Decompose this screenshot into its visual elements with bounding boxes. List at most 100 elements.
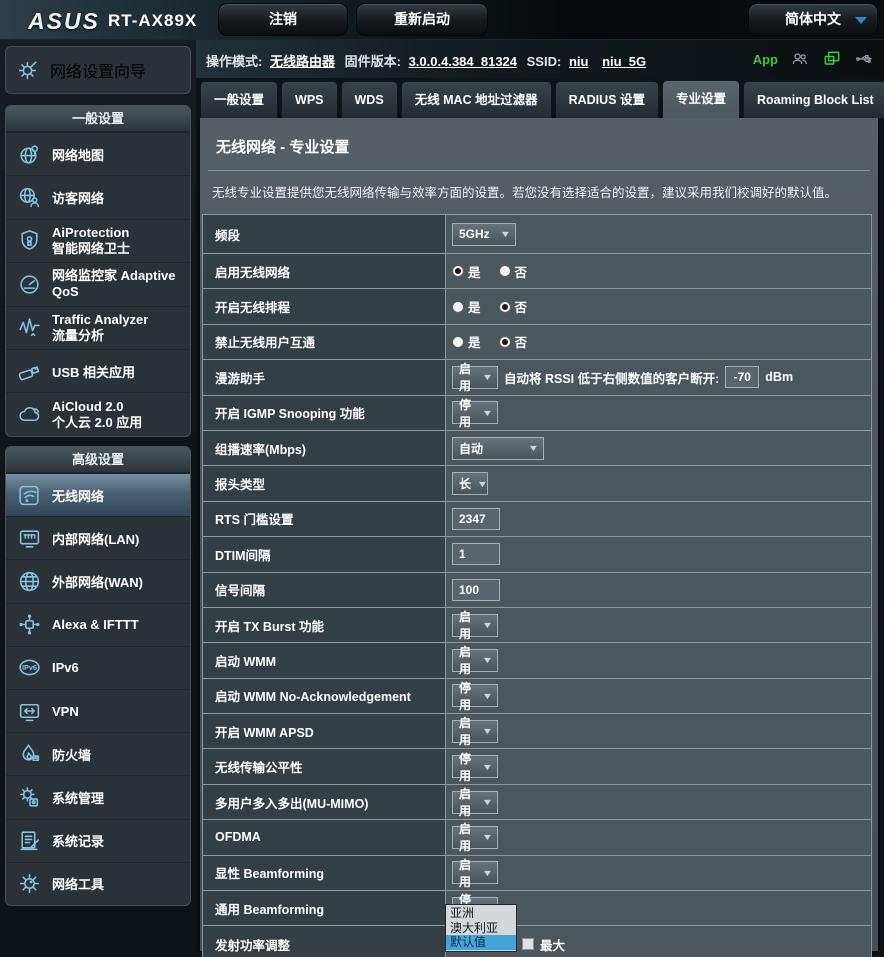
band-select[interactable]: 5GHz▼ — [452, 223, 516, 246]
sidebar-item-aicloud[interactable]: AiCloud 2.0 个人云 2.0 应用 — [6, 392, 190, 435]
rts-threshold-input[interactable] — [452, 508, 500, 530]
multicast-rate-select[interactable]: 自动▼ — [452, 437, 544, 460]
ssid-label: SSID: — [527, 54, 562, 69]
lan-icon — [17, 526, 42, 551]
language-dropdown[interactable]: 简体中文 — [748, 3, 878, 36]
radio-yes[interactable] — [452, 336, 464, 348]
sidebar-item-label: AiProtection 智能网络卫士 — [52, 225, 130, 257]
dropdown-option-australia[interactable]: 澳大利亚 — [446, 921, 516, 936]
sidebar-item-network-map[interactable]: 网络地图 — [6, 132, 190, 175]
radio-yes[interactable] — [452, 265, 464, 277]
tab-professional[interactable]: 专业设置 — [662, 80, 740, 118]
network-map-icon — [17, 142, 42, 167]
clients-icon[interactable] — [790, 49, 810, 69]
app-link[interactable]: App — [753, 52, 778, 67]
roaming-select[interactable]: 启用▼ — [452, 366, 498, 389]
field-label: RTS 门槛设置 — [203, 502, 446, 536]
firmware-link[interactable]: 3.0.0.4.384_81324 — [409, 54, 517, 69]
asus-logo: ASUS — [28, 8, 100, 35]
sidebar-item-label: 无线网络 — [52, 486, 104, 505]
sidebar-item-network-tools[interactable]: 网络工具 — [6, 862, 190, 905]
administration-gear-icon — [17, 785, 42, 810]
ofdma-select[interactable]: 启用▼ — [452, 826, 498, 849]
radio-yes[interactable] — [452, 301, 464, 313]
chevron-down-icon: ▼ — [482, 691, 494, 701]
dropdown-option-default[interactable]: 默认值 — [446, 935, 516, 950]
mu-mimo-select[interactable]: 启用▼ — [452, 791, 498, 814]
tab-roaming-block-list[interactable]: Roaming Block List — [743, 81, 884, 118]
field-label: 组播速率(Mbps) — [203, 431, 446, 465]
chevron-down-icon: ▼ — [482, 620, 494, 630]
traffic-analyzer-icon — [17, 315, 42, 340]
igmp-snooping-select[interactable]: 停用▼ — [452, 401, 498, 424]
logout-button[interactable]: 注销 — [218, 3, 348, 36]
row-band: 频段 5GHz▼ — [203, 215, 871, 254]
sidebar-item-label: VPN — [52, 704, 79, 719]
wmm-apsd-select[interactable]: 启用▼ — [452, 720, 498, 743]
usb-icon[interactable] — [854, 49, 876, 69]
op-mode-link[interactable]: 无线路由器 — [270, 54, 335, 69]
divider — [208, 170, 870, 171]
ssid-2g-link[interactable]: niu — [569, 54, 589, 69]
sidebar-item-wan[interactable]: 外部网络(WAN) — [6, 559, 190, 602]
chevron-down-icon: ▼ — [482, 372, 494, 382]
router-admin-screen: ASUS RT-AX89X 注销 重新启动 简体中文 操作模式: 无线路由器 固… — [0, 0, 884, 957]
content-panel: 无线网络 - 专业设置 无线专业设置提供您无线网络传输与效率方面的设置。若您没有… — [200, 118, 878, 951]
sidebar-item-wireless[interactable]: 无线网络 — [6, 473, 190, 516]
sidebar-section-general: 一般设置 网络地图 访客网络 — [5, 105, 191, 437]
reboot-button[interactable]: 重新启动 — [356, 3, 488, 36]
dtim-interval-input[interactable] — [452, 543, 500, 565]
sidebar-item-system-log[interactable]: 系统记录 — [6, 819, 190, 862]
radio-no[interactable] — [499, 336, 511, 348]
tx-power-max-checkbox[interactable] — [522, 938, 534, 950]
wmm-select[interactable]: 启用▼ — [452, 649, 498, 672]
tx-burst-select[interactable]: 启用▼ — [452, 614, 498, 637]
sidebar-item-label: 网络监控家 Adaptive QoS — [52, 268, 176, 300]
sidebar-item-guest-network[interactable]: 访客网络 — [6, 175, 190, 218]
airtime-fairness-select[interactable]: 停用▼ — [452, 755, 498, 778]
tab-wds[interactable]: WDS — [341, 81, 398, 118]
section-title-advanced: 高级设置 — [6, 447, 190, 473]
settings-table: 频段 5GHz▼ 启用无线网络 是 否 开启无线排程 是 否 — [202, 214, 872, 957]
sidebar-item-usb-application[interactable]: USB 相关应用 — [6, 349, 190, 392]
sidebar-item-administration[interactable]: 系统管理 — [6, 775, 190, 818]
radio-no[interactable] — [499, 265, 511, 277]
tx-power-dropdown-list: 亚洲 澳大利亚 默认值 — [445, 904, 517, 952]
chevron-down-icon: ▼ — [482, 762, 494, 772]
sidebar-item-adaptive-qos[interactable]: 网络监控家 Adaptive QoS — [6, 262, 190, 305]
sidebar-item-label: 系统记录 — [52, 831, 104, 850]
devices-icon[interactable] — [822, 49, 842, 69]
checkbox-label: 最大 — [540, 935, 565, 954]
chevron-down-icon: ▼ — [482, 726, 494, 736]
dropdown-option-asia[interactable]: 亚洲 — [446, 906, 516, 921]
sidebar-item-traffic-analyzer[interactable]: Traffic Analyzer 流量分析 — [6, 306, 190, 349]
tab-mac-filter[interactable]: 无线 MAC 地址过滤器 — [401, 81, 552, 118]
sidebar-item-lan[interactable]: 内部网络(LAN) — [6, 516, 190, 559]
preamble-type-select[interactable]: 长▼ — [452, 472, 488, 495]
row-dtim-interval: DTIM间隔 — [203, 537, 871, 572]
ssid-5g-link[interactable]: niu_5G — [602, 54, 646, 69]
tab-general[interactable]: 一般设置 — [200, 81, 278, 118]
row-wmm: 启动 WMM 启用▼ — [203, 643, 871, 678]
sidebar-item-quick-setup[interactable]: 网络设置向导 — [5, 46, 191, 94]
tab-wps[interactable]: WPS — [281, 81, 337, 118]
sidebar-item-label: 内部网络(LAN) — [52, 529, 139, 548]
beacon-interval-input[interactable] — [452, 579, 500, 601]
sidebar-item-aiprotection[interactable]: AiProtection 智能网络卫士 — [6, 219, 190, 262]
field-label: 发射功率调整 — [203, 926, 446, 957]
radio-no[interactable] — [499, 301, 511, 313]
tab-radius[interactable]: RADIUS 设置 — [555, 81, 659, 118]
wmm-no-ack-select[interactable]: 停用▼ — [452, 684, 498, 707]
sidebar-section-advanced: 高级设置 无线网络 内部网络(LAN) 外部网络(WAN) — [5, 446, 191, 906]
sidebar-item-ipv6[interactable]: IPv6 IPv6 — [6, 646, 190, 689]
gauge-icon — [17, 272, 42, 297]
top-bar: ASUS RT-AX89X 注销 重新启动 简体中文 — [0, 0, 884, 40]
field-label: 启动 WMM No-Acknowledgement — [203, 679, 446, 713]
sidebar-item-firewall[interactable]: 防火墙 — [6, 732, 190, 775]
row-universal-beamforming: 通用 Beamforming 停用▼ — [203, 891, 871, 926]
sidebar-item-alexa-ifttt[interactable]: Alexa & IFTTT — [6, 603, 190, 646]
rssi-input[interactable] — [725, 366, 759, 388]
page-title: 无线网络 - 专业设置 — [216, 136, 878, 157]
explicit-beamforming-select[interactable]: 启用▼ — [452, 861, 498, 884]
sidebar-item-vpn[interactable]: VPN — [6, 689, 190, 732]
